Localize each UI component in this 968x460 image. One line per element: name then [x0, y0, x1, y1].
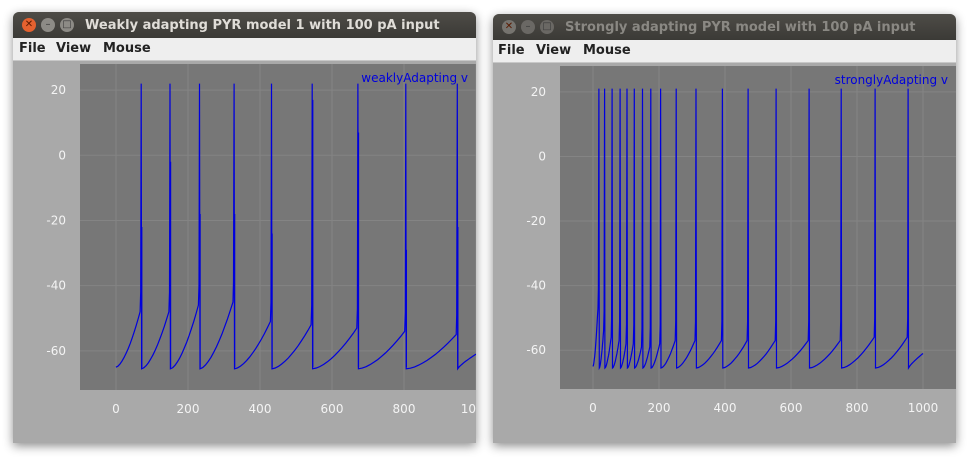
y-tick-label: -60 — [526, 343, 546, 357]
y-tick-label: 0 — [538, 149, 546, 163]
x-tick-label: 0 — [589, 401, 597, 415]
x-tick-label: 0 — [112, 402, 120, 416]
plot-area — [80, 64, 476, 390]
x-tick-label: 600 — [321, 402, 344, 416]
y-tick-label: -40 — [526, 279, 546, 293]
legend-label: stronglyAdapting v — [835, 73, 948, 87]
y-tick-label: -20 — [526, 214, 546, 228]
voltage-chart[interactable]: 0 200 400 600 800 1000 -60 -40 -20 0 20 weaklyAdapt… — [13, 12, 476, 443]
legend-label: weaklyAdapting v — [361, 71, 468, 85]
x-tick-label: 800 — [846, 401, 869, 415]
x-tick-label: 1000 — [461, 402, 476, 416]
x-tick-label: 400 — [714, 401, 737, 415]
x-tick-label: 600 — [780, 401, 803, 415]
strongly-adapting-window: ✕ – □ Strongly adapting PYR model with 1… — [493, 14, 956, 443]
x-tick-label: 400 — [249, 402, 272, 416]
y-tick-label: 0 — [58, 148, 66, 162]
x-tick-label: 1000 — [908, 401, 939, 415]
x-tick-label: 200 — [177, 402, 200, 416]
y-tick-label: 20 — [531, 85, 546, 99]
y-tick-label: -60 — [46, 344, 66, 358]
voltage-chart[interactable]: 0 200 400 600 800 1000 -60 -40 -20 0 20 stronglyAda… — [493, 14, 956, 443]
y-tick-label: -20 — [46, 213, 66, 227]
y-tick-label: -40 — [46, 279, 66, 293]
x-tick-label: 200 — [648, 401, 671, 415]
y-tick-label: 20 — [51, 83, 66, 97]
weakly-adapting-window: ✕ – □ Weakly adapting PYR model 1 with 1… — [13, 12, 476, 443]
x-tick-label: 800 — [393, 402, 416, 416]
